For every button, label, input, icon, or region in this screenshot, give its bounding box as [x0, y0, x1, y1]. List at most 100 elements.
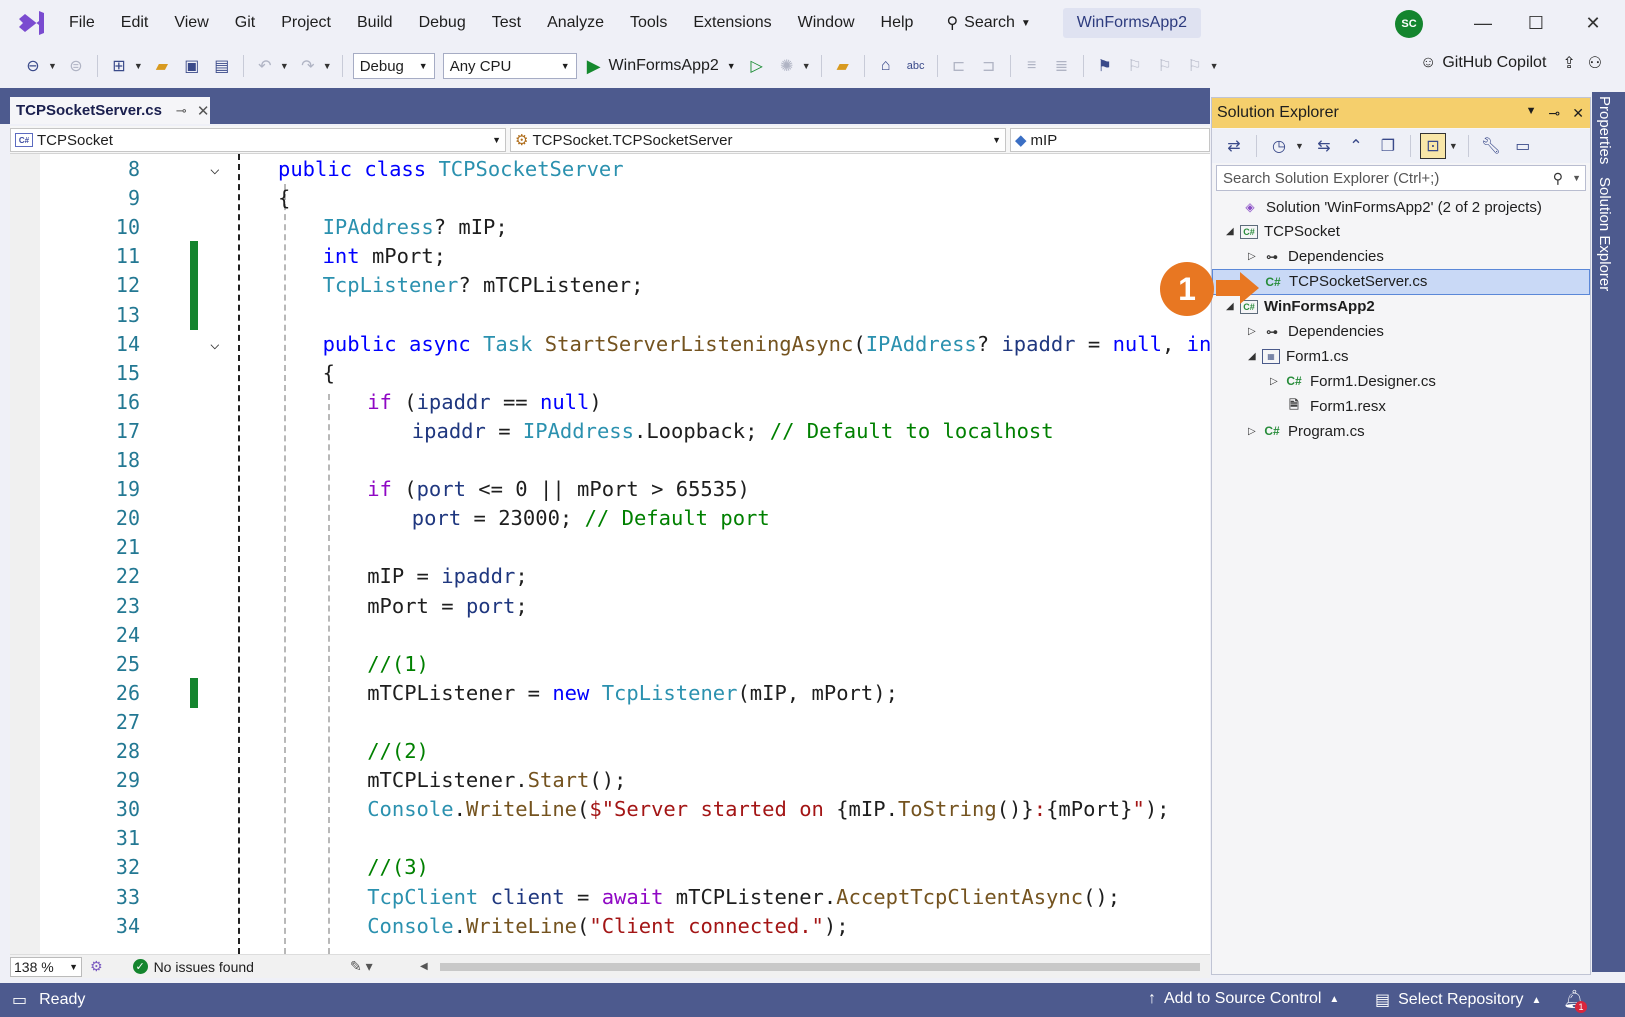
show-all-files-icon[interactable]: ❐: [1375, 133, 1401, 159]
chevron-down-icon[interactable]: ▼: [802, 61, 811, 71]
code-line[interactable]: 33 TcpClient client = await mTCPListener.…: [10, 882, 1210, 912]
code-line[interactable]: 14 ⌵ public async Task StartServerListenin…: [10, 329, 1210, 359]
tab-tcpsocketserver[interactable]: TCPSocketServer.cs ⊸ ✕: [10, 95, 210, 124]
tree-item[interactable]: ◢ ▦ Form1.cs: [1212, 343, 1590, 369]
save-icon[interactable]: ▣: [179, 53, 205, 79]
zoom-dropdown[interactable]: 138 % ▼: [10, 956, 82, 977]
menu-help[interactable]: Help: [868, 0, 927, 46]
code-line[interactable]: 30 Console.WriteLine($"Server started on …: [10, 794, 1210, 824]
pin-icon[interactable]: ⊸: [176, 103, 187, 119]
tree-item[interactable]: ◢ C# WinFormsApp2: [1212, 294, 1590, 320]
menu-git[interactable]: Git: [222, 0, 268, 46]
close-window-button[interactable]: ✕: [1578, 8, 1608, 38]
chevron-down-icon[interactable]: ▼: [1210, 61, 1219, 71]
minimize-button[interactable]: —: [1468, 8, 1498, 38]
maximize-button[interactable]: ☐: [1521, 8, 1551, 38]
previous-bookmark-icon[interactable]: ⚐: [1122, 53, 1148, 79]
code-line[interactable]: 27: [10, 707, 1210, 737]
code-line[interactable]: 20 port = 23000; // Default port: [10, 503, 1210, 533]
clear-bookmarks-icon[interactable]: ⚐: [1182, 53, 1208, 79]
tree-item[interactable]: ▷ C# Form1.Designer.cs: [1212, 368, 1590, 394]
menu-project[interactable]: Project: [268, 0, 344, 46]
fold-chevron-icon[interactable]: ⌵: [210, 154, 220, 184]
step-icon[interactable]: ⊏: [946, 53, 972, 79]
tree-item[interactable]: ▷ C# Program.cs: [1212, 418, 1590, 444]
output-window-icon[interactable]: ▭: [12, 990, 27, 1010]
pending-changes-icon[interactable]: ◷: [1266, 133, 1292, 159]
code-line[interactable]: 10 IPAddress? mIP;: [10, 212, 1210, 242]
code-line[interactable]: 29 mTCPListener.Start();: [10, 765, 1210, 795]
next-bookmark-icon[interactable]: ⚐: [1152, 53, 1178, 79]
expanded-arrow-icon[interactable]: ◢: [1226, 226, 1240, 237]
chevron-down-icon[interactable]: ▼: [323, 61, 332, 71]
code-line[interactable]: 22 mIP = ipaddr;: [10, 561, 1210, 591]
code-line[interactable]: 25 //(1): [10, 649, 1210, 679]
code-line[interactable]: 34 Console.WriteLine("Client connected.")…: [10, 911, 1210, 941]
navigate-back-icon[interactable]: ⊖: [20, 53, 46, 79]
code-line[interactable]: 31: [10, 823, 1210, 853]
undo-icon[interactable]: ↶: [252, 53, 278, 79]
start-debugging-button[interactable]: ▶ WinFormsApp2 ▼: [587, 56, 736, 77]
chevron-down-icon[interactable]: ▼: [280, 61, 289, 71]
code-cleanup-icon[interactable]: ✎ ▾: [350, 958, 373, 975]
menu-window[interactable]: Window: [785, 0, 868, 46]
type-dropdown[interactable]: ⚙ TCPSocket.TCPSocketServer ▼: [510, 128, 1006, 152]
step-over-icon[interactable]: ⊐: [976, 53, 1002, 79]
code-line[interactable]: 32 //(3): [10, 852, 1210, 882]
code-line[interactable]: 17 ipaddr = IPAddress.Loopback; // Defaul…: [10, 416, 1210, 446]
add-to-source-control-button[interactable]: ↑ Add to Source Control ▲: [1148, 990, 1339, 1008]
code-line[interactable]: 24: [10, 620, 1210, 650]
code-editor[interactable]: 8 ⌵ public class TCPSocketServer 9{10 IPAddr…: [10, 154, 1210, 954]
menu-build[interactable]: Build: [344, 0, 406, 46]
code-line[interactable]: 9{: [10, 183, 1210, 213]
code-line[interactable]: 12 TcpListener? mTCPListener;: [10, 270, 1210, 301]
uncomment-icon[interactable]: ≣: [1049, 53, 1075, 79]
menu-test[interactable]: Test: [479, 0, 534, 46]
browser-link-icon[interactable]: ⌂: [873, 53, 899, 79]
open-folder-icon[interactable]: ▰: [149, 53, 175, 79]
intellicode-icon[interactable]: ⚙: [90, 958, 103, 975]
code-line[interactable]: 8 ⌵ public class TCPSocketServer: [10, 154, 1210, 184]
code-line[interactable]: 23 mPort = port;: [10, 591, 1210, 621]
collapsed-arrow-icon[interactable]: ▷: [1248, 251, 1262, 262]
code-line[interactable]: 11 int mPort;: [10, 241, 1210, 272]
code-line[interactable]: 21: [10, 532, 1210, 562]
menu-analyze[interactable]: Analyze: [534, 0, 617, 46]
tree-item[interactable]: ◈ Solution 'WinFormsApp2' (2 of 2 project…: [1212, 194, 1590, 220]
menu-extensions[interactable]: Extensions: [680, 0, 784, 46]
code-line[interactable]: 26 mTCPListener = new TcpListener(mIP, mP…: [10, 677, 1210, 708]
start-without-debugging-icon[interactable]: ▷: [744, 53, 770, 79]
tree-item[interactable]: ▷ ⊶ Dependencies: [1212, 319, 1590, 345]
tree-item[interactable]: ▷ ⊶ Dependencies: [1212, 244, 1590, 270]
chevron-down-icon[interactable]: ▼: [1526, 105, 1537, 122]
avatar[interactable]: SC: [1395, 10, 1423, 38]
new-project-icon[interactable]: ⊞: [106, 53, 132, 79]
code-line[interactable]: 15 {: [10, 358, 1210, 388]
visual-studio-logo[interactable]: [14, 6, 48, 40]
tab-solution-explorer[interactable]: Solution Explorer: [1596, 177, 1613, 291]
comment-icon[interactable]: ≡: [1019, 53, 1045, 79]
share-icon[interactable]: ⇪: [1562, 53, 1575, 73]
search-button[interactable]: ⚲ Search ▼: [932, 13, 1044, 33]
close-icon[interactable]: ✕: [1572, 105, 1584, 122]
tab-properties[interactable]: Properties: [1596, 96, 1613, 164]
properties-wrench-icon[interactable]: 🔧︎: [1478, 133, 1504, 159]
preview-icon[interactable]: ▭: [1510, 133, 1536, 159]
feedback-icon[interactable]: ⚇: [1588, 53, 1602, 73]
solution-explorer-search-input[interactable]: Search Solution Explorer (Ctrl+;) ⚲ ▼: [1216, 165, 1586, 191]
close-icon[interactable]: ✕: [197, 102, 210, 120]
spell-check-icon[interactable]: abc: [903, 53, 929, 79]
folder-view-icon[interactable]: ▰: [830, 53, 856, 79]
menu-edit[interactable]: Edit: [108, 0, 162, 46]
code-line[interactable]: 13: [10, 299, 1210, 330]
menu-debug[interactable]: Debug: [406, 0, 479, 46]
tree-item[interactable]: C# TCPSocketServer.cs: [1212, 268, 1590, 295]
tree-item[interactable]: 🗎︎ Form1.resx: [1212, 393, 1590, 419]
tree-item[interactable]: ◢ C# TCPSocket: [1212, 219, 1590, 245]
github-copilot-button[interactable]: ☺ GitHub Copilot ⇪ ⚇: [1420, 53, 1602, 73]
menu-tools[interactable]: Tools: [617, 0, 680, 46]
sync-icon[interactable]: ⇆: [1311, 133, 1337, 159]
issues-indicator[interactable]: ✓ No issues found: [132, 959, 254, 975]
track-active-item-icon[interactable]: ⊡: [1419, 133, 1446, 159]
collapsed-arrow-icon[interactable]: ▷: [1270, 376, 1284, 387]
